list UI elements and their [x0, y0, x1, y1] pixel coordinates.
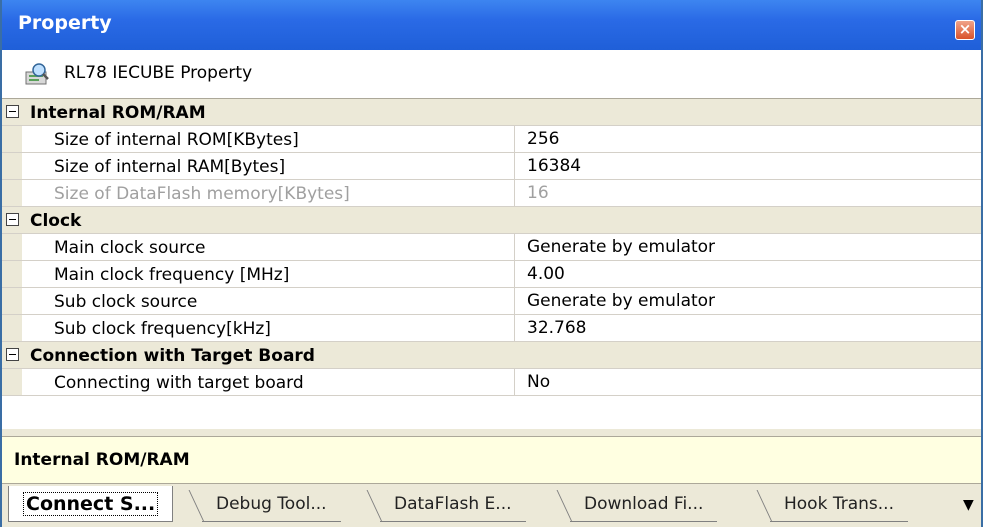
row-gutter: [2, 369, 22, 395]
property-value[interactable]: 32.768: [514, 315, 586, 341]
property-row[interactable]: Sub clock source Generate by emulator: [2, 288, 981, 315]
property-name: Connecting with target board: [54, 373, 304, 393]
collapse-icon[interactable]: [6, 348, 19, 361]
tab-bar: Connect S... Debug Tool... DataFlash E..…: [2, 484, 981, 527]
property-value[interactable]: 256: [514, 126, 559, 152]
row-gutter: [2, 315, 22, 341]
property-panel: Property × RL78 IECUBE Property Internal…: [0, 0, 983, 527]
category-label: Connection with Target Board: [30, 346, 315, 366]
property-value[interactable]: Generate by emulator: [514, 234, 715, 260]
tab-dataflash[interactable]: DataFlash E...: [380, 486, 526, 522]
property-value[interactable]: 16384: [514, 153, 581, 179]
category-label: Clock: [30, 211, 82, 231]
tab-label: Hook Trans...: [784, 494, 894, 514]
property-row[interactable]: Size of internal RAM[Bytes] 16384: [2, 153, 981, 180]
property-row[interactable]: Main clock frequency [MHz] 4.00: [2, 261, 981, 288]
tab-hook-transaction[interactable]: Hook Trans...: [770, 486, 908, 522]
tab-download-file[interactable]: Download Fi...: [570, 486, 718, 522]
category-internal-rom-ram[interactable]: Internal ROM/RAM: [2, 99, 981, 126]
row-gutter: [2, 261, 22, 287]
window-title: Property: [18, 12, 112, 34]
property-row[interactable]: Main clock source Generate by emulator: [2, 234, 981, 261]
category-connection-with-target-board[interactable]: Connection with Target Board: [2, 342, 981, 369]
property-row[interactable]: Size of internal ROM[KBytes] 256: [2, 126, 981, 153]
property-value: 16: [514, 180, 549, 206]
close-button[interactable]: ×: [955, 20, 975, 40]
property-name: Main clock source: [54, 238, 206, 258]
property-row[interactable]: Connecting with target board No: [2, 369, 981, 396]
property-header: RL78 IECUBE Property: [2, 50, 981, 99]
property-row[interactable]: Sub clock frequency[kHz] 32.768: [2, 315, 981, 342]
property-name: Sub clock frequency[kHz]: [54, 319, 271, 339]
property-name: Size of internal ROM[KBytes]: [54, 130, 299, 150]
property-name: Sub clock source: [54, 292, 198, 312]
property-value[interactable]: No: [514, 369, 550, 395]
description-text: Internal ROM/RAM: [14, 450, 190, 470]
property-header-text: RL78 IECUBE Property: [64, 63, 253, 83]
tab-label: Debug Tool...: [216, 494, 327, 514]
row-gutter: [2, 234, 22, 260]
tab-label: DataFlash E...: [394, 494, 512, 514]
row-gutter: [2, 126, 22, 152]
tab-debug-tool[interactable]: Debug Tool...: [202, 486, 341, 522]
collapse-icon[interactable]: [6, 105, 19, 118]
tab-overflow-icon[interactable]: ▼: [963, 498, 975, 512]
tab-label: Connect S...: [23, 492, 159, 516]
property-grid: Internal ROM/RAM Size of internal ROM[KB…: [2, 99, 981, 429]
row-gutter: [2, 288, 22, 314]
tab-label: Download Fi...: [584, 494, 704, 514]
collapse-icon[interactable]: [6, 213, 19, 226]
category-label: Internal ROM/RAM: [30, 103, 206, 123]
row-gutter: [2, 180, 22, 206]
property-value[interactable]: 4.00: [514, 261, 565, 287]
tab-connect-settings[interactable]: Connect S...: [8, 486, 174, 522]
title-bar[interactable]: Property ×: [2, 0, 981, 50]
row-gutter: [2, 153, 22, 179]
property-name: Main clock frequency [MHz]: [54, 265, 290, 285]
property-icon: [25, 63, 49, 85]
property-name: Size of internal RAM[Bytes]: [54, 157, 286, 177]
category-clock[interactable]: Clock: [2, 207, 981, 234]
property-row: Size of DataFlash memory[KBytes] 16: [2, 180, 981, 207]
property-name: Size of DataFlash memory[KBytes]: [54, 184, 350, 204]
property-value[interactable]: Generate by emulator: [514, 288, 715, 314]
description-pane: Internal ROM/RAM: [2, 436, 981, 484]
